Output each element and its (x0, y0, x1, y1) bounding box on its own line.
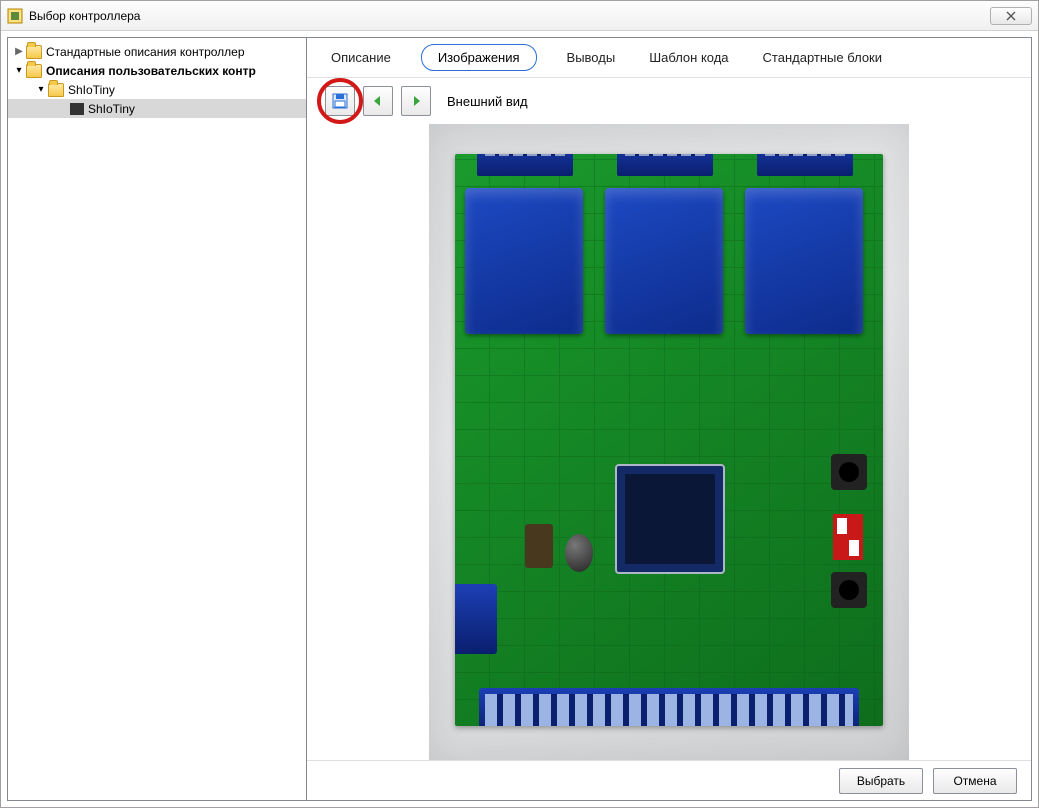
save-button[interactable] (325, 86, 355, 116)
save-icon (332, 93, 348, 109)
capacitor (565, 534, 593, 572)
dip-switch (833, 514, 863, 560)
image-toolbar: Внешний вид (307, 78, 1031, 124)
folder-icon (26, 45, 42, 59)
tabs: Описание Изображения Выводы Шаблон кода … (307, 38, 1031, 78)
capacitor (525, 524, 553, 568)
chevron-down-icon[interactable]: ▾ (34, 84, 48, 95)
tact-button (831, 572, 867, 608)
terminal-block (617, 154, 713, 176)
tree-item-shiotiny-chip[interactable]: ▶ ShIoTiny (8, 99, 306, 118)
dialog-window: Выбор контроллера ▶ Стандартные описания… (0, 0, 1039, 808)
cancel-button[interactable]: Отмена (933, 768, 1017, 794)
chevron-right-icon[interactable]: ▶ (12, 46, 26, 57)
chip-icon (70, 103, 84, 115)
arrow-left-icon (371, 94, 385, 108)
next-image-button[interactable] (401, 86, 431, 116)
tact-button (831, 454, 867, 490)
relay (605, 188, 723, 334)
image-viewport (307, 124, 1031, 760)
select-button[interactable]: Выбрать (839, 768, 923, 794)
tab-standard-blocks[interactable]: Стандартные блоки (759, 44, 886, 71)
app-icon (7, 8, 23, 24)
terminal-block (455, 584, 497, 654)
board-image (429, 124, 909, 760)
tree-item-label: Стандартные описания контроллер (46, 45, 245, 59)
detail-panel: Описание Изображения Выводы Шаблон кода … (307, 37, 1032, 801)
terminal-block (757, 154, 853, 176)
wifi-module (615, 464, 725, 574)
tree-item-label: Описания пользовательских контр (46, 64, 256, 78)
dialog-body: ▶ Стандартные описания контроллер ▾ Опис… (1, 31, 1038, 807)
window-title: Выбор контроллера (29, 9, 990, 23)
tree-item-standard[interactable]: ▶ Стандартные описания контроллер (8, 42, 306, 61)
titlebar: Выбор контроллера (1, 1, 1038, 31)
pcb (455, 154, 883, 726)
relay (465, 188, 583, 334)
tab-pins[interactable]: Выводы (563, 44, 620, 71)
arrow-right-icon (409, 94, 423, 108)
terminal-block (477, 154, 573, 176)
chevron-down-icon[interactable]: ▾ (12, 65, 26, 76)
image-caption: Внешний вид (447, 94, 528, 109)
close-button[interactable] (990, 7, 1032, 25)
prev-image-button[interactable] (363, 86, 393, 116)
dialog-footer: Выбрать Отмена (307, 760, 1031, 800)
tree-item-label: ShIoTiny (68, 83, 115, 97)
tree-panel: ▶ Стандартные описания контроллер ▾ Опис… (7, 37, 307, 801)
tree-item-shiotiny-folder[interactable]: ▾ ShIoTiny (8, 80, 306, 99)
close-icon (1006, 11, 1016, 21)
tree-item-user[interactable]: ▾ Описания пользовательских контр (8, 61, 306, 80)
folder-icon (48, 83, 64, 97)
tree-item-label: ShIoTiny (88, 102, 135, 116)
tab-description[interactable]: Описание (327, 44, 395, 71)
folder-icon (26, 64, 42, 78)
tab-code-template[interactable]: Шаблон кода (645, 44, 732, 71)
relay (745, 188, 863, 334)
tab-images[interactable]: Изображения (421, 44, 537, 71)
terminal-block (479, 688, 859, 726)
